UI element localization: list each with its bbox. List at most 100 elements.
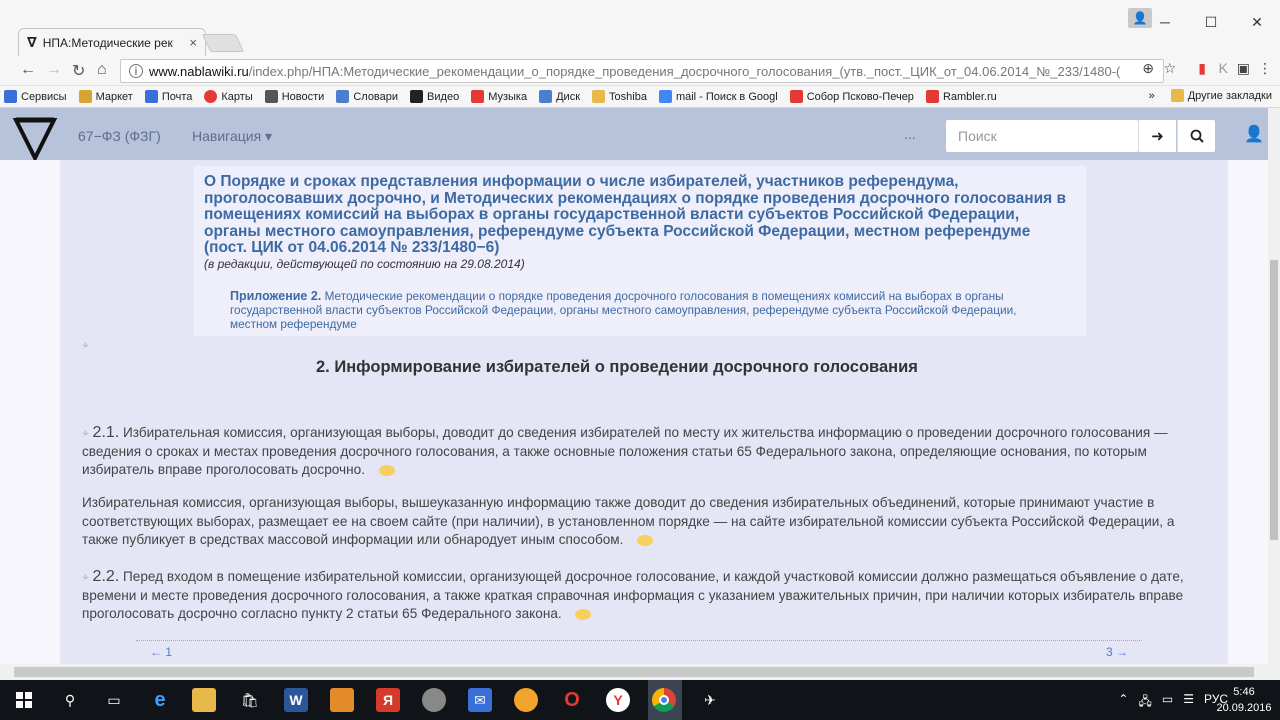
bookmarks-right: » Другие закладки	[1149, 89, 1272, 102]
bookmark-item[interactable]: Сервисы	[4, 90, 67, 103]
new-tab-button[interactable]	[201, 34, 245, 52]
forward-icon[interactable]: →	[46, 61, 62, 79]
nav-link-law[interactable]: 67−ФЗ (ФЗГ)	[78, 128, 161, 144]
mail-icon	[144, 90, 158, 103]
file-explorer-icon[interactable]	[192, 688, 216, 712]
horizontal-scrollbar[interactable]	[0, 664, 1280, 680]
bookmark-item[interactable]: mail - Поиск в Googl	[658, 90, 778, 103]
app-tool-icon[interactable]: ✈	[698, 688, 722, 712]
site-logo-icon[interactable]	[12, 114, 58, 160]
section-title: 2. Информирование избирателей о проведен…	[316, 358, 918, 376]
scroll-thumb[interactable]	[1270, 260, 1278, 540]
minimize-button[interactable]: ─	[1142, 8, 1188, 36]
store-icon[interactable]: 🛍	[238, 688, 262, 712]
yandex-browser-icon[interactable]: Y	[606, 688, 630, 712]
bookmark-item[interactable]: Карты	[204, 90, 253, 103]
browser-toolbar: ← → ↻ ⌂ i www.nablawiki.ru /index.php/НП…	[0, 56, 1280, 86]
disk-icon	[539, 90, 553, 103]
maximize-button[interactable]: ☐	[1188, 8, 1234, 36]
bookmark-item[interactable]: Собор Псково-Печер	[789, 90, 914, 103]
app-circle-icon[interactable]	[422, 688, 446, 712]
home-icon[interactable]: ⌂	[97, 61, 107, 79]
nav-menu-navigation[interactable]: Навигация ▾	[192, 128, 272, 145]
pagination: ← 1 3 →	[136, 640, 1142, 662]
document-title[interactable]: О Порядке и сроках представления информа…	[204, 173, 1076, 257]
tab-close-icon[interactable]: ×	[189, 35, 197, 50]
url-path: /index.php/НПА:Методические_рекомендации…	[248, 63, 1121, 79]
go-button[interactable]: ➜	[1138, 120, 1176, 152]
next-page-link[interactable]: 3 →	[1106, 645, 1128, 659]
paragraph-text: Перед входом в помещение избирательной к…	[82, 569, 1184, 621]
url-domain: www.nablawiki.ru	[149, 63, 249, 79]
more-menu-button[interactable]: ...	[904, 126, 916, 142]
folder-icon	[592, 90, 606, 103]
scroll-thumb[interactable]	[14, 667, 1254, 677]
reload-icon[interactable]: ↻	[72, 61, 85, 81]
google-icon	[658, 90, 672, 103]
anchor-icon[interactable]: ⌖	[82, 338, 89, 353]
edge-browser-icon[interactable]: e	[148, 688, 172, 712]
close-window-button[interactable]: ✕	[1234, 8, 1280, 36]
search-icon[interactable]: ⚲	[58, 688, 82, 712]
bookmark-item[interactable]: Видео	[410, 90, 459, 103]
bookmark-item[interactable]: Toshiba	[592, 90, 647, 103]
bookmark-item[interactable]: Почта	[144, 90, 192, 103]
bookmark-item[interactable]: Диск	[539, 90, 580, 103]
prev-page-link[interactable]: ← 1	[150, 645, 172, 659]
appendix-reference[interactable]: Приложение 2. Методические рекомендации …	[230, 289, 1060, 331]
paragraph-text: Избирательная комиссия, организующая выб…	[82, 425, 1168, 477]
task-view-icon[interactable]: ▭	[102, 688, 126, 712]
zoom-icon[interactable]: ⊕	[1142, 60, 1154, 77]
comment-bubble-icon[interactable]	[378, 464, 395, 476]
site-info-icon[interactable]: i	[129, 64, 143, 78]
window-controls: ─ ☐ ✕	[1142, 8, 1280, 36]
anchor-icon[interactable]: ⌖	[82, 426, 89, 440]
star-icon[interactable]: ☆	[1163, 60, 1176, 77]
rambler-icon	[925, 90, 939, 103]
network-icon[interactable]: 🖧	[1138, 692, 1151, 713]
bookmark-item[interactable]: Новости	[264, 90, 324, 103]
vertical-scrollbar[interactable]	[1268, 108, 1280, 664]
bookmarks-overflow-button[interactable]: »	[1149, 90, 1155, 102]
windows-start-icon[interactable]	[12, 688, 36, 712]
volume-icon[interactable]: ☰	[1183, 692, 1194, 713]
extension-flag-icon[interactable]: ▮	[1198, 60, 1206, 77]
extension-box-icon[interactable]: ▣	[1237, 60, 1250, 77]
address-bar[interactable]: i www.nablawiki.ru /index.php/НПА:Методи…	[120, 59, 1164, 83]
site-header: 67−ФЗ (ФЗГ) Навигация ▾ ... Поиск ➜ 👤	[0, 108, 1268, 160]
extension-k-icon[interactable]: K	[1219, 60, 1228, 76]
search-input[interactable]: Поиск	[946, 120, 1138, 152]
chrome-icon[interactable]	[652, 688, 676, 712]
show-hidden-icons[interactable]: ⌃	[1118, 692, 1128, 713]
back-icon[interactable]: ←	[20, 61, 36, 79]
menu-icon[interactable]: ⋮	[1258, 60, 1272, 77]
clock-time: 5:46	[1233, 686, 1255, 698]
clock[interactable]: 5:46 20.09.2016	[1214, 684, 1274, 716]
bookmark-item[interactable]: Маркет	[78, 90, 133, 103]
apps-icon	[4, 90, 17, 103]
display-icon[interactable]: ▭	[1162, 692, 1173, 713]
opera-icon[interactable]: O	[560, 688, 584, 712]
bookmarks-bar: Сервисы Маркет Почта Карты Новости Слова…	[0, 86, 1280, 108]
mail-app-icon[interactable]: ✉	[468, 688, 492, 712]
comment-bubble-icon[interactable]	[575, 608, 592, 620]
bookmark-item[interactable]: Музыка	[471, 90, 527, 103]
browser-titlebar: ∇ НПА:Методические рек × 👤 ─ ☐ ✕	[0, 0, 1280, 56]
comment-bubble-icon[interactable]	[637, 534, 654, 546]
yandex-app-icon[interactable]: Я	[376, 688, 400, 712]
search-button[interactable]	[1177, 120, 1215, 152]
user-icon[interactable]: 👤	[1244, 124, 1264, 144]
media-player-icon[interactable]	[330, 688, 354, 712]
browser-tab[interactable]: ∇ НПА:Методические рек ×	[18, 28, 206, 56]
paragraph-number: 2.2.	[92, 568, 120, 585]
word-icon[interactable]: W	[284, 688, 308, 712]
music-icon	[471, 90, 485, 103]
anchor-icon[interactable]: ⌖	[82, 570, 89, 584]
other-bookmarks-folder[interactable]: Другие закладки	[1170, 89, 1272, 102]
clock-date: 20.09.2016	[1216, 702, 1272, 714]
site-favicon-icon: ∇	[27, 34, 37, 50]
paragraph-2-1: ⌖ 2.1. Избирательная комиссия, организую…	[82, 424, 1198, 480]
bookmark-item[interactable]: Словари	[336, 90, 398, 103]
app-sun-icon[interactable]	[514, 688, 538, 712]
bookmark-item[interactable]: Rambler.ru	[925, 90, 997, 103]
